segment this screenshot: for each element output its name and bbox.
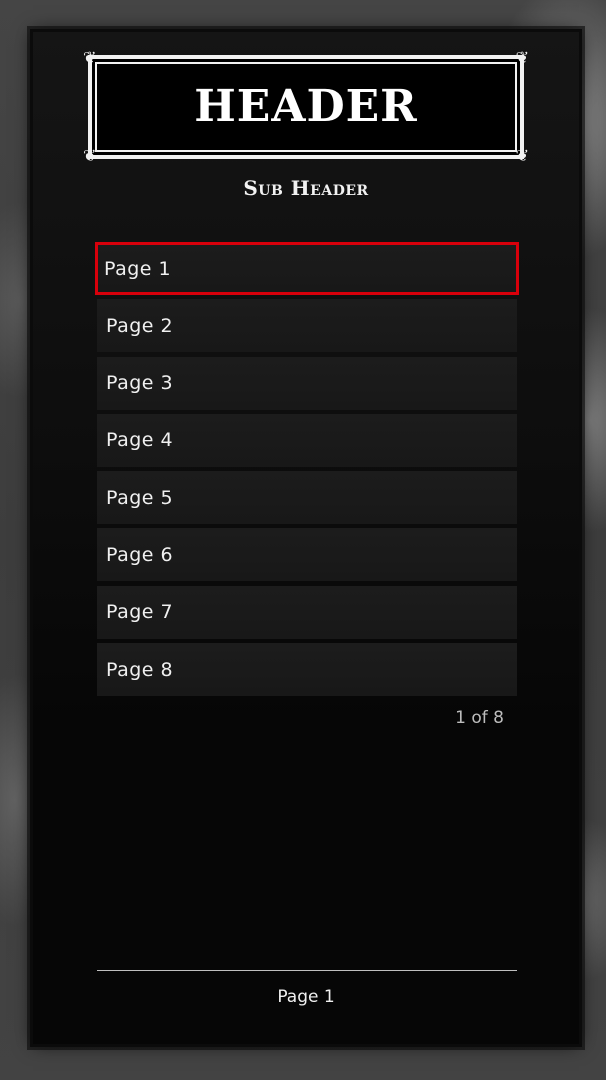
header-title: HEADER xyxy=(194,81,418,132)
menu-panel: ❦ ❦ ❦ ❦ HEADER Sub Header Page 1 Page 2 … xyxy=(33,32,579,1044)
item-description: Page 1 xyxy=(277,987,335,1007)
menu-item-label: Page 6 xyxy=(106,543,174,566)
corner-ornament-icon: ❦ xyxy=(83,146,97,165)
sub-header: Sub Header xyxy=(243,176,369,200)
menu-item-label: Page 1 xyxy=(104,257,172,280)
corner-ornament-icon: ❦ xyxy=(83,48,97,67)
menu-item-label: Page 7 xyxy=(106,601,174,624)
menu-item-page-6[interactable]: Page 6 xyxy=(97,528,517,582)
menu-item-page-8[interactable]: Page 8 xyxy=(97,643,517,697)
corner-ornament-icon: ❦ xyxy=(515,146,529,165)
page-counter: 1 of 8 xyxy=(455,708,504,728)
menu-item-page-7[interactable]: Page 7 xyxy=(97,585,517,639)
menu-item-label: Page 3 xyxy=(106,372,174,395)
menu-item-page-3[interactable]: Page 3 xyxy=(97,356,517,410)
menu-item-label: Page 2 xyxy=(106,314,174,337)
menu-item-page-4[interactable]: Page 4 xyxy=(97,413,517,467)
menu-item-page-1[interactable]: Page 1 xyxy=(95,242,519,295)
header-frame: ❦ ❦ ❦ ❦ HEADER xyxy=(83,50,529,164)
menu-item-page-5[interactable]: Page 5 xyxy=(97,471,517,525)
corner-ornament-icon: ❦ xyxy=(515,48,529,67)
menu-item-label: Page 5 xyxy=(106,486,174,509)
menu-item-label: Page 8 xyxy=(106,658,174,681)
menu-item-label: Page 4 xyxy=(106,429,174,452)
menu-item-page-2[interactable]: Page 2 xyxy=(97,299,517,353)
footer-divider xyxy=(97,970,517,971)
menu-list: Page 1 Page 2 Page 3 Page 4 Page 5 Page … xyxy=(95,242,519,700)
